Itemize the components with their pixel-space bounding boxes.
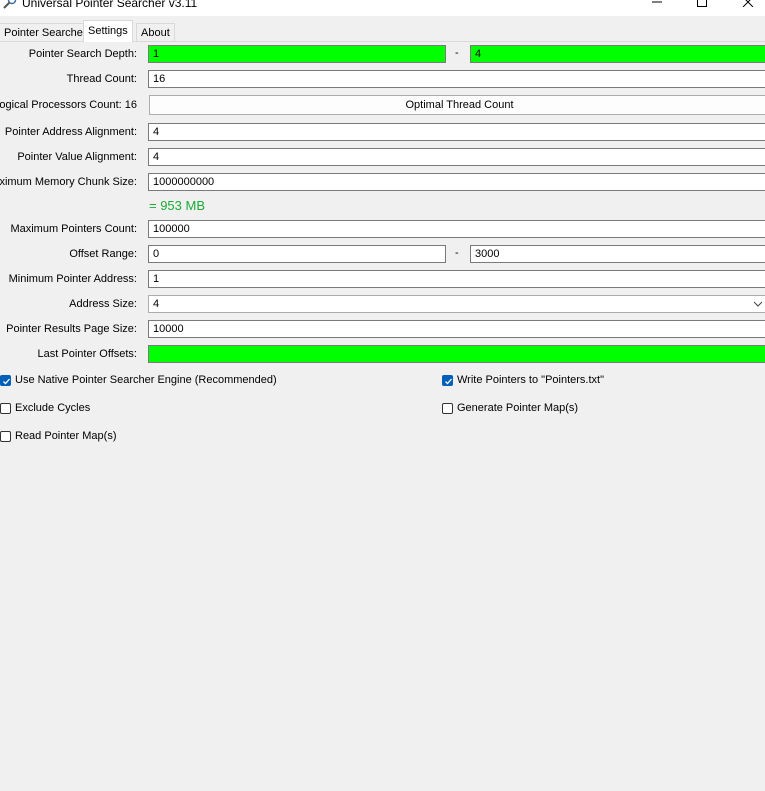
offset-range-to-input[interactable] — [470, 245, 765, 263]
read-pointer-maps-label: Read Pointer Map(s) — [15, 430, 117, 442]
pointer-address-alignment-input[interactable] — [148, 123, 765, 141]
depth-range-separator: - — [455, 47, 459, 59]
chevron-down-icon — [753, 301, 763, 307]
pointer-results-page-size-label: Pointer Results Page Size: — [6, 323, 137, 335]
thread-count-label: Thread Count: — [66, 73, 137, 85]
pointer-search-depth-label: Pointer Search Depth: — [28, 48, 137, 60]
checkbox-unchecked-icon — [0, 402, 11, 414]
maximize-button[interactable] — [679, 0, 725, 16]
address-size-label: Address Size: — [69, 298, 137, 310]
app-window: Universal Pointer Searcher v3.11 Pointer… — [0, 0, 765, 791]
tab-settings[interactable]: Settings — [83, 20, 133, 42]
title-bar: Universal Pointer Searcher v3.11 — [0, 0, 765, 16]
min-pointer-address-input[interactable] — [148, 270, 765, 288]
max-memory-chunk-size-input[interactable] — [148, 173, 765, 191]
address-size-dropdown[interactable]: 4 — [148, 295, 765, 313]
read-pointer-maps-checkbox[interactable]: Read Pointer Map(s) — [0, 430, 117, 442]
tab-about[interactable]: About — [136, 23, 175, 42]
last-pointer-offsets-label: Last Pointer Offsets: — [37, 348, 137, 360]
memory-size-hint: = 953 MB — [149, 198, 206, 213]
optimal-thread-count-button[interactable]: Optimal Thread Count — [149, 95, 765, 115]
offset-range-from-input[interactable] — [148, 245, 446, 263]
exclude-cycles-checkbox[interactable]: Exclude Cycles — [0, 402, 90, 414]
offset-range-separator: - — [455, 247, 459, 259]
checkbox-unchecked-icon — [0, 430, 11, 442]
write-pointers-checkbox[interactable]: Write Pointers to "Pointers.txt" — [442, 374, 604, 386]
close-icon — [742, 0, 754, 7]
pointer-address-alignment-label: Pointer Address Alignment: — [4, 126, 137, 138]
max-pointers-count-label: Maximum Pointers Count: — [10, 223, 137, 235]
max-pointers-count-input[interactable] — [148, 220, 765, 238]
pointer-results-page-size-input[interactable] — [148, 320, 765, 338]
last-pointer-offsets-input[interactable] — [148, 345, 765, 363]
max-memory-chunk-size-label: Maximum Memory Chunk Size: — [0, 176, 137, 188]
write-pointers-label: Write Pointers to "Pointers.txt" — [457, 374, 604, 386]
minimize-icon — [652, 1, 662, 3]
native-engine-checkbox[interactable]: Use Native Pointer Searcher Engine (Reco… — [0, 374, 277, 386]
tab-pointer-searcher[interactable]: Pointer Searcher — [0, 23, 92, 42]
minimize-button[interactable] — [634, 0, 680, 16]
close-button[interactable] — [725, 0, 765, 16]
maximize-icon — [697, 0, 707, 7]
checkbox-checked-icon — [442, 374, 453, 386]
exclude-cycles-label: Exclude Cycles — [15, 402, 91, 414]
checkbox-unchecked-icon — [442, 402, 453, 414]
pointer-value-alignment-input[interactable] — [148, 148, 765, 166]
checkbox-checked-icon — [0, 374, 11, 386]
offset-range-label: Offset Range: — [69, 248, 137, 260]
native-engine-label: Use Native Pointer Searcher Engine (Reco… — [15, 374, 277, 386]
app-magnifier-icon — [3, 0, 17, 9]
min-pointer-address-label: Minimum Pointer Address: — [8, 273, 137, 285]
address-size-value: 4 — [153, 298, 160, 310]
thread-count-input[interactable] — [148, 70, 765, 88]
pointer-search-depth-from-input[interactable] — [148, 45, 446, 63]
window-title: Universal Pointer Searcher v3.11 — [22, 0, 198, 10]
pointer-search-depth-to-input[interactable] — [470, 45, 765, 63]
tab-strip: Pointer Searcher Settings About — [0, 20, 765, 42]
generate-pointer-maps-label: Generate Pointer Map(s) — [457, 402, 579, 414]
logical-processors-label: Logical Processors Count: 16 — [0, 99, 137, 111]
pointer-value-alignment-label: Pointer Value Alignment: — [17, 151, 137, 163]
generate-pointer-maps-checkbox[interactable]: Generate Pointer Map(s) — [442, 402, 578, 414]
